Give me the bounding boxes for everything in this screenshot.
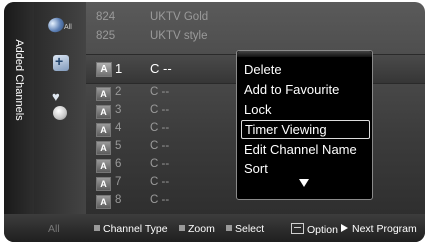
channel-number: 4 xyxy=(115,122,122,134)
button-square-icon xyxy=(179,225,185,231)
channel-name: C -- xyxy=(150,194,170,206)
footer-select: Select xyxy=(226,223,264,235)
menu-item-timer-viewing[interactable]: Timer Viewing xyxy=(241,120,370,139)
button-square-icon xyxy=(94,225,100,231)
channel-name: C -- xyxy=(150,176,170,188)
menu-item-edit-channel-name[interactable]: Edit Channel Name xyxy=(241,140,368,159)
channel-name: UKTV Gold xyxy=(150,11,209,23)
channel-number: 8 xyxy=(115,194,122,206)
channel-list-screen: Added Channels All + ♥ 824 UKTV Gold 825… xyxy=(4,2,425,242)
footer-next-program: Next Program xyxy=(341,223,417,235)
channel-number: 3 xyxy=(115,104,122,116)
footer-next-program-label: Next Program xyxy=(352,223,417,235)
added-channels-icon[interactable]: + xyxy=(53,53,69,71)
antenna-badge: A xyxy=(96,177,111,191)
channel-row[interactable]: 825 UKTV style xyxy=(86,29,425,46)
footer-channel-type: Channel Type xyxy=(94,223,168,235)
antenna-badge: A xyxy=(96,87,111,101)
play-icon xyxy=(341,224,348,232)
footer-option-label: Option xyxy=(307,224,338,236)
menu-item-sort[interactable]: Sort xyxy=(241,159,368,178)
antenna-badge: A xyxy=(96,159,111,173)
channel-name: C -- xyxy=(150,61,172,76)
channel-name: C -- xyxy=(150,140,170,152)
menu-item-delete[interactable]: Delete xyxy=(241,60,368,79)
antenna-badge: A xyxy=(96,141,111,155)
channel-name: C -- xyxy=(150,158,170,170)
added-channels-tab[interactable]: Added Channels xyxy=(4,2,34,214)
antenna-badge: A xyxy=(96,195,111,209)
footer-zoom-label: Zoom xyxy=(188,223,215,235)
footer-zoom: Zoom xyxy=(179,223,215,235)
favourite-heart-icon[interactable]: ♥ xyxy=(52,90,60,103)
all-channels-icon[interactable]: All xyxy=(45,15,76,38)
key-guide-bar: All Channel Type Zoom Select Option Next… xyxy=(4,214,425,242)
channel-number: 825 xyxy=(96,30,116,42)
menu-item-add-to-favourite[interactable]: Add to Favourite xyxy=(241,80,368,99)
footer-select-label: Select xyxy=(235,223,265,235)
channel-name: C -- xyxy=(150,86,170,98)
channel-number: 7 xyxy=(115,176,122,188)
options-popup-menu: Delete Add to Favourite Lock Timer Viewi… xyxy=(236,50,373,200)
channel-number: 5 xyxy=(115,140,122,152)
added-channels-tab-label: Added Channels xyxy=(13,39,25,121)
channel-number: 824 xyxy=(96,11,116,23)
antenna-badge: A xyxy=(96,62,112,77)
footer-option: Option xyxy=(291,223,338,236)
menu-header-bar xyxy=(237,51,372,57)
button-square-icon xyxy=(226,225,232,231)
scroll-down-arrow-icon[interactable] xyxy=(299,179,309,187)
footer-channel-type-label: Channel Type xyxy=(103,223,168,235)
antenna-badge: A xyxy=(96,123,111,137)
footer-all-label: All xyxy=(48,223,60,235)
all-icon-label: All xyxy=(64,24,72,31)
tools-icon xyxy=(291,223,304,234)
menu-item-lock[interactable]: Lock xyxy=(241,100,368,119)
antenna-badge: A xyxy=(96,105,111,119)
channel-number: 6 xyxy=(115,158,122,170)
channel-name: UKTV style xyxy=(150,30,208,42)
channel-name: C -- xyxy=(150,104,170,116)
channel-number: 2 xyxy=(115,86,122,98)
channel-number: 1 xyxy=(115,61,123,76)
channel-row[interactable]: 824 UKTV Gold xyxy=(86,10,425,27)
channel-name: C -- xyxy=(150,122,170,134)
lock-icon[interactable] xyxy=(53,106,67,120)
